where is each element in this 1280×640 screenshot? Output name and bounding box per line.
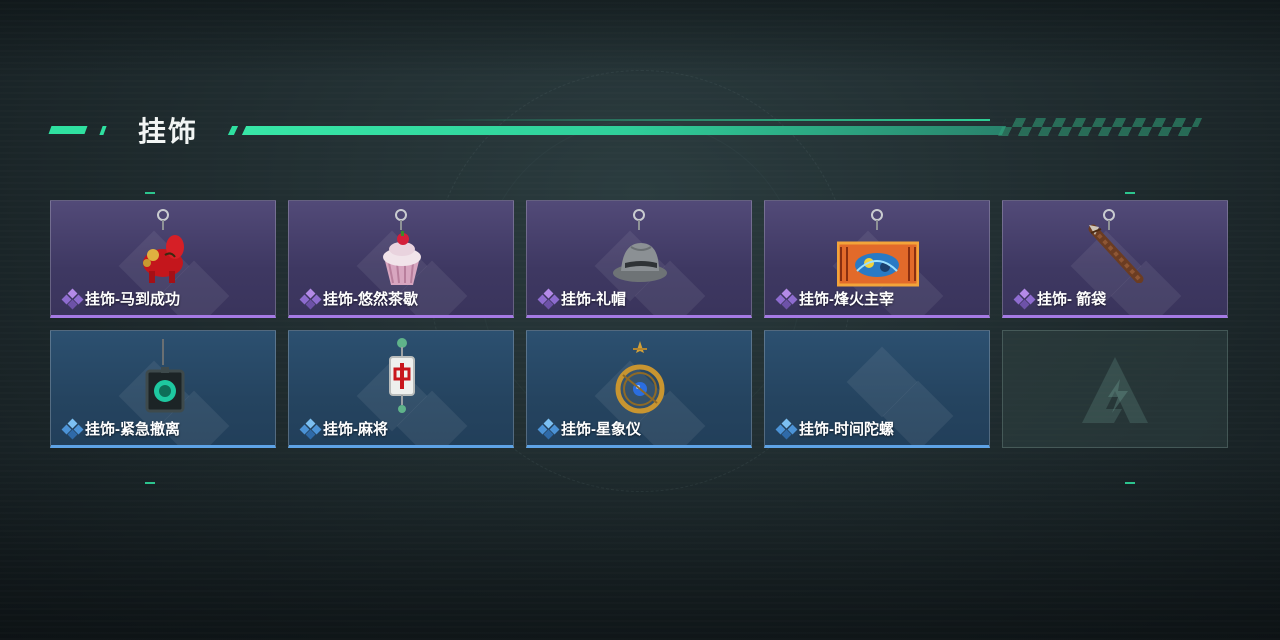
header-thin-line — [420, 119, 990, 121]
rarity-diamond-icon — [61, 288, 84, 309]
charm-label: 挂饰- 箭袋 — [1013, 288, 1106, 309]
charm-label: 挂饰-麻将 — [299, 418, 388, 439]
rarity-diamond-icon — [1013, 288, 1036, 309]
chain-icon — [638, 220, 640, 230]
charm-card[interactable]: 挂饰-悠然茶歇 — [288, 200, 514, 318]
frame-corner-tick — [145, 482, 155, 484]
header-checker-pattern — [997, 127, 1193, 136]
green-emblem-charm-icon — [145, 367, 185, 413]
mahjong-tile-charm-icon — [389, 338, 415, 413]
charm-card[interactable]: 挂饰-烽火主宰 — [764, 200, 990, 318]
frame-corner-tick — [1125, 192, 1135, 194]
charm-card[interactable]: 挂饰-礼帽 — [526, 200, 752, 318]
header-accent-bar — [48, 126, 88, 134]
charm-label: 挂饰-时间陀螺 — [775, 418, 894, 439]
rarity-diamond-icon — [299, 288, 322, 309]
cupcake-charm-icon — [383, 231, 421, 285]
charm-label: 挂饰-马到成功 — [61, 288, 180, 309]
game-logo-icon — [1082, 357, 1148, 423]
charm-card[interactable]: 挂饰-时间陀螺 — [764, 330, 990, 448]
red-horse-charm-icon — [143, 235, 184, 283]
fedora-hat-charm-icon — [613, 243, 667, 282]
section-title: 挂饰 — [138, 116, 199, 147]
frame-corner-tick — [1125, 482, 1135, 484]
arrow-quiver-charm-icon — [1088, 224, 1144, 283]
charm-card[interactable]: 挂饰-马到成功 — [50, 200, 276, 318]
chain-icon — [876, 220, 878, 230]
charm-card[interactable]: 挂饰-麻将 — [288, 330, 514, 448]
rarity-diamond-icon — [537, 288, 560, 309]
rarity-diamond-icon — [775, 418, 798, 439]
charm-label: 挂饰-烽火主宰 — [775, 288, 894, 309]
charm-label: 挂饰-紧急撤离 — [61, 418, 180, 439]
ticket-banner-charm-icon — [837, 241, 919, 287]
header-accent-tick — [227, 126, 239, 135]
frame-corner-tick — [145, 192, 155, 194]
rarity-diamond-icon — [537, 418, 560, 439]
section-header: 挂饰 — [0, 100, 1280, 160]
rarity-diamond-icon — [299, 418, 322, 439]
charm-card[interactable]: 挂饰-星象仪 — [526, 330, 752, 448]
header-accent-tick — [99, 126, 107, 135]
charm-card[interactable]: 挂饰-紧急撤离 — [50, 330, 276, 448]
charm-card[interactable]: 挂饰- 箭袋 — [1002, 200, 1228, 318]
rarity-diamond-icon — [775, 288, 798, 309]
charm-label: 挂饰-悠然茶歇 — [299, 288, 418, 309]
astrolabe-charm-icon — [615, 341, 665, 414]
header-progress-line — [241, 126, 1007, 135]
charm-label: 挂饰-礼帽 — [537, 288, 626, 309]
header-checker-pattern — [1001, 118, 1203, 127]
empty-slot — [1002, 330, 1228, 448]
chain-icon — [162, 339, 164, 365]
rarity-diamond-icon — [61, 418, 84, 439]
charm-label: 挂饰-星象仪 — [537, 418, 641, 439]
